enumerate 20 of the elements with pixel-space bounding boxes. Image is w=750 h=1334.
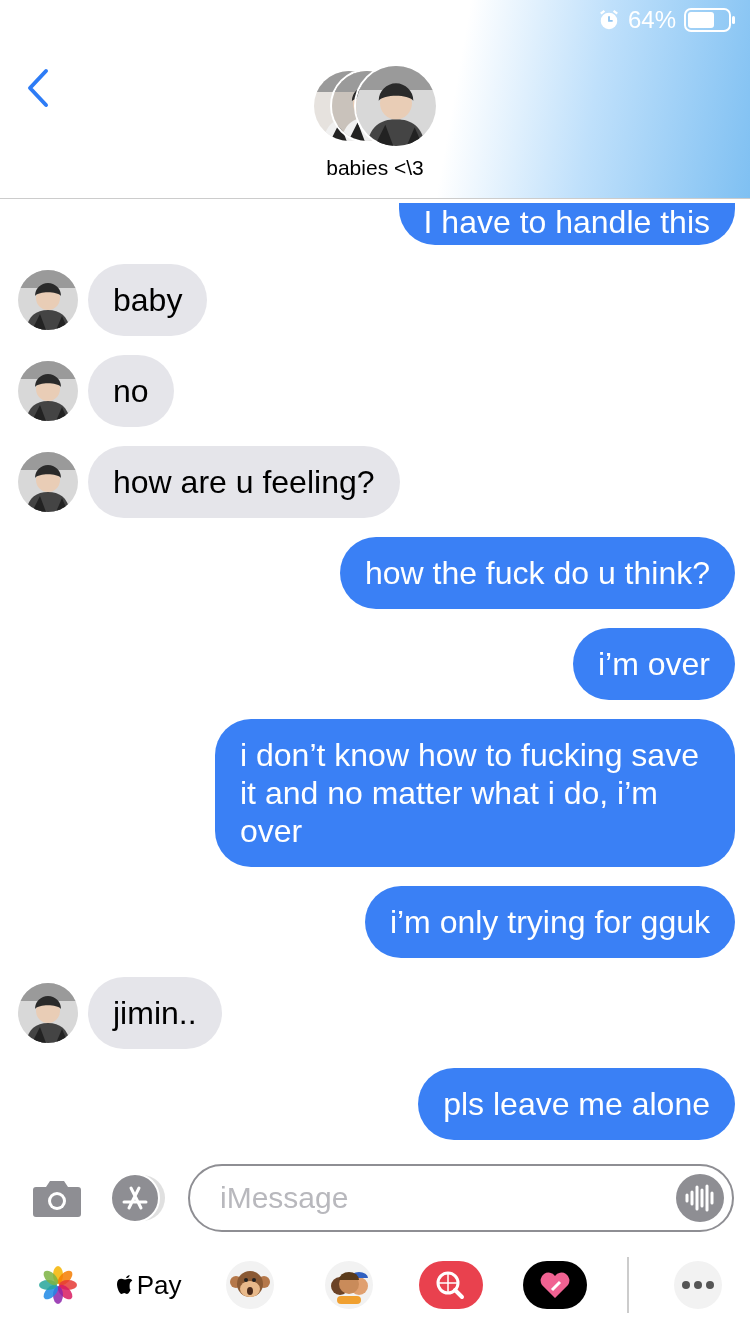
sent-message: i’m over xyxy=(573,628,735,700)
battery-icon xyxy=(684,8,736,32)
received-message: how are u feeling? xyxy=(88,446,400,518)
message-field[interactable]: iMessage xyxy=(188,1164,734,1232)
apple-pay-label[interactable]: Pay xyxy=(136,1269,182,1301)
audio-waveform-icon[interactable] xyxy=(676,1174,724,1222)
sent-message: i’m only trying for gguk xyxy=(364,886,735,958)
apple-logo-icon xyxy=(116,1274,135,1296)
back-chevron-icon[interactable] xyxy=(26,68,50,108)
battery-percentage: 64% xyxy=(627,6,676,34)
sent-message: pls leave me alone xyxy=(418,1068,735,1140)
received-message: jimin.. xyxy=(88,977,222,1049)
sent-message: i don’t know how to fucking save it and no matter what i do, i’m over xyxy=(215,719,735,867)
sent-message: I have to handle this xyxy=(398,203,735,245)
received-message: no xyxy=(88,355,174,427)
sent-message: how the fuck do u think? xyxy=(339,537,735,609)
conversation-title[interactable]: babies <\3 xyxy=(326,156,424,180)
received-message: baby xyxy=(88,264,208,336)
photos-flower-icon[interactable] xyxy=(38,1265,78,1305)
alarm-icon xyxy=(597,9,620,31)
